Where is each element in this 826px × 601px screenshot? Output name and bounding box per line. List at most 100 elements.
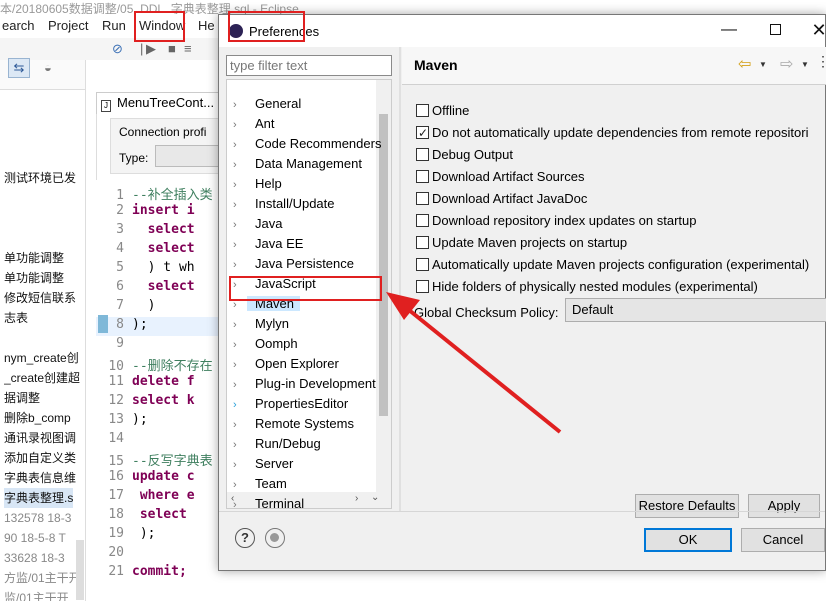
cancel-button[interactable]: Cancel [741,528,825,552]
tree-item-java[interactable]: › Java [227,214,385,234]
checkbox-checked[interactable] [416,124,429,142]
explorer-item[interactable]: 单功能调整 [4,248,64,268]
checkbox-unchecked[interactable] [416,148,429,161]
code-line[interactable]: 3 select [96,222,226,241]
tree-item-propertieseditor[interactable]: › PropertiesEditor [227,394,385,414]
help-icon[interactable]: ? [235,528,255,548]
checkbox-unchecked[interactable] [416,214,429,227]
explorer-item[interactable]: 方监/01主干开 [4,568,81,588]
pin-icon[interactable]: ⊘ [112,41,123,57]
chevron-right-icon[interactable]: › [233,175,247,195]
explorer-item[interactable]: _create创建超 [4,368,80,388]
checkbox-unchecked[interactable] [416,258,429,271]
chevron-right-icon[interactable]: › [233,195,247,215]
explorer-item[interactable]: 字典表整理.s [4,488,74,508]
restore-defaults-button[interactable]: Restore Defaults [635,494,739,518]
tree-item-help[interactable]: › Help [227,174,385,194]
explorer-item[interactable]: 132578 18-3 [4,508,71,528]
tree-item-ant[interactable]: › Ant [227,114,385,134]
explorer-item[interactable]: 删除b_comp [4,408,71,428]
tree-item-general[interactable]: › General [227,94,385,114]
explorer-scrollbar[interactable] [76,540,84,600]
chevron-right-icon[interactable]: › [233,475,247,495]
tree-item-open-explorer[interactable]: › Open Explorer [227,354,385,374]
import-export-icon[interactable] [265,528,285,548]
menu-search[interactable]: earch [2,18,35,33]
explorer-item[interactable]: 测试环境已发 [4,168,76,188]
explorer-item[interactable]: 据调整 [4,388,40,408]
option-checkbox-row[interactable]: Do not automatically update dependencies… [416,124,826,144]
checkbox-unchecked[interactable] [416,236,429,249]
code-area[interactable]: 1 --补全插入类 2 insert i3 select 4 select 5 ) t w… [96,180,226,601]
chevron-right-icon[interactable]: › [233,155,247,175]
code-line[interactable]: 14 [96,431,226,450]
back-dropdown-icon[interactable]: ▼ [759,60,767,69]
menu-project[interactable]: Project [48,18,88,33]
run-icon[interactable]: ▶ [146,41,156,57]
checkbox-unchecked[interactable] [416,104,429,117]
back-arrow-icon[interactable]: ⇦ [738,54,751,74]
chevron-right-icon[interactable]: › [233,495,247,508]
tree-item-oomph[interactable]: › Oomph [227,334,385,354]
code-line[interactable]: 5 ) t wh [96,260,226,279]
code-line[interactable]: 8); [96,317,226,336]
code-line[interactable]: 13); [96,412,226,431]
option-checkbox-row[interactable]: Download Artifact JavaDoc [416,190,826,210]
chevron-right-icon[interactable]: › [233,415,247,435]
tree-item-java-persistence[interactable]: › Java Persistence [227,254,385,274]
checkbox-unchecked[interactable] [416,192,429,205]
filter-input[interactable] [226,55,392,76]
menu-help[interactable]: He [198,18,215,33]
forward-dropdown-icon[interactable]: ▼ [801,60,809,69]
code-line[interactable]: 21 commit; [96,564,226,583]
code-line[interactable]: 16 update c [96,469,226,488]
tree-item-run-debug[interactable]: › Run/Debug [227,434,385,454]
stop-icon[interactable]: ■ [168,41,176,56]
explorer-item[interactable]: 字典表信息维 [4,468,76,488]
explorer-item[interactable]: 90 18-5-8 T [4,528,66,548]
code-line[interactable]: 17 where e [96,488,226,507]
ok-button[interactable]: OK [644,528,732,552]
chevron-right-icon[interactable]: › [233,335,247,355]
type-select[interactable] [155,145,227,167]
code-line[interactable]: 11 delete f [96,374,226,393]
chevron-right-icon[interactable]: › [233,95,247,115]
tree-item-terminal[interactable]: › Terminal [227,494,385,508]
option-checkbox-row[interactable]: Download repository index updates on sta… [416,212,826,232]
explorer-item[interactable]: 修改短信联系 [4,288,76,308]
chevron-right-icon[interactable]: › [233,435,247,455]
option-checkbox-row[interactable]: Debug Output [416,146,826,166]
forward-arrow-icon[interactable]: ⇨ [780,54,793,74]
close-button[interactable]: ✕ [805,19,826,43]
tree-item-mylyn[interactable]: › Mylyn [227,314,385,334]
chevron-right-icon[interactable]: › [233,315,247,335]
checkbox-unchecked[interactable] [416,280,429,293]
maximize-button[interactable] [761,19,789,43]
code-line[interactable]: 2 insert i [96,203,226,222]
checkbox-unchecked[interactable] [416,170,429,183]
minimize-button[interactable]: — [715,19,743,43]
chevron-right-icon[interactable]: › [233,455,247,475]
tree-item-code-recommenders[interactable]: › Code Recommenders [227,134,385,154]
tree-item-data-management[interactable]: › Data Management [227,154,385,174]
code-line[interactable]: 20 [96,545,226,564]
code-line[interactable]: 7 ) [96,298,226,317]
code-line[interactable]: 9 [96,336,226,355]
option-checkbox-row[interactable]: Download Artifact Sources [416,168,826,188]
menu-run[interactable]: Run [102,18,126,33]
code-line[interactable]: 19 ); [96,526,226,545]
code-line[interactable]: 4 select [96,241,226,260]
option-checkbox-row[interactable]: Hide folders of physically nested module… [416,278,826,298]
explorer-item[interactable]: 监/01主干开 [4,588,69,601]
view-menu-icon[interactable]: ◒ [44,60,52,75]
link-with-editor-icon[interactable]: ⇆ [8,58,30,78]
option-checkbox-row[interactable]: Update Maven projects on startup [416,234,826,254]
list-icon[interactable]: ≡ [184,41,192,56]
chevron-right-icon[interactable]: › [233,115,247,135]
checksum-policy-select[interactable]: Default [565,298,826,322]
code-line[interactable]: 10 --删除不存在 [96,355,226,374]
option-checkbox-row[interactable]: Automatically update Maven projects conf… [416,256,826,276]
chevron-right-icon[interactable]: › [233,135,247,155]
explorer-item[interactable]: 通讯录视图调 [4,428,76,448]
tree-item-install-update[interactable]: › Install/Update [227,194,385,214]
